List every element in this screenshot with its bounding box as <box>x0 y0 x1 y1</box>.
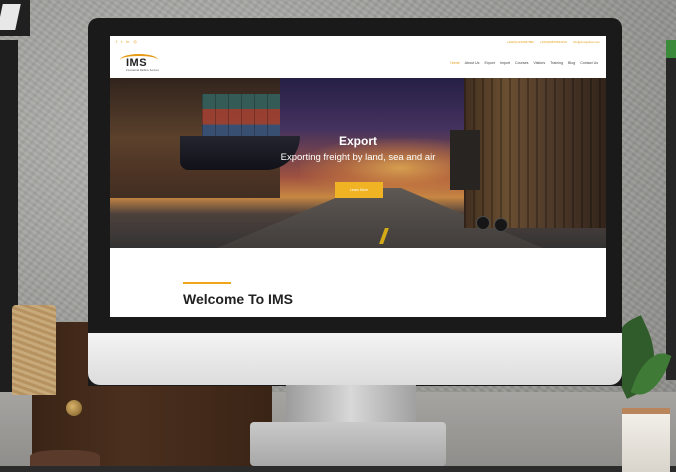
nav-item-contact-us[interactable]: Contact Us <box>580 61 598 65</box>
twitter-icon[interactable]: t <box>121 40 122 44</box>
monitor-chin <box>88 333 622 385</box>
hero-subtitle: Exporting freight by land, sea and air <box>280 152 436 163</box>
nav-item-visitors[interactable]: Visitors <box>533 61 545 65</box>
nav-item-training[interactable]: Training <box>550 61 563 65</box>
monitor-screen: f t in ◎ +234(0)1234567890 +234(0)987654… <box>110 36 606 317</box>
logo-tagline: International Maritime Services <box>126 69 159 72</box>
hero-cta-button[interactable]: Learn More <box>335 182 383 198</box>
background-panel-accent <box>666 40 676 58</box>
social-links: f t in ◎ <box>116 40 137 44</box>
website-topbar: f t in ◎ +234(0)1234567890 +234(0)987654… <box>110 36 606 48</box>
nav-item-about-us[interactable]: About Us <box>465 61 480 65</box>
nav-item-export[interactable]: Export <box>484 61 494 65</box>
background-panel-right <box>666 40 676 380</box>
desk-box <box>622 408 670 472</box>
nav-item-import[interactable]: Import <box>500 61 510 65</box>
hero-banner: Export Exporting freight by land, sea an… <box>110 78 606 248</box>
site-logo[interactable]: IMS International Maritime Services <box>118 52 168 74</box>
welcome-accent-line <box>183 282 231 284</box>
contact-phone-2[interactable]: +234(0)9876543210 <box>540 40 567 44</box>
monitor-stand-neck <box>286 385 416 425</box>
instagram-icon[interactable]: ◎ <box>133 40 137 44</box>
contact-email[interactable]: info@imsglobal.com <box>573 40 600 44</box>
cork-board <box>12 305 56 395</box>
hero-overlay <box>110 78 606 248</box>
welcome-heading: Welcome To IMS <box>183 291 293 307</box>
nav-item-home[interactable]: Home <box>450 61 460 65</box>
nav-item-courses[interactable]: Courses <box>515 61 528 65</box>
monitor-stand-base <box>250 422 446 466</box>
website-navbar: IMS International Maritime Services Home… <box>110 48 606 78</box>
cabinet-knob <box>66 400 82 416</box>
contact-phone-1[interactable]: +234(0)1234567890 <box>507 40 534 44</box>
coffee-mug <box>30 450 100 466</box>
linkedin-icon[interactable]: in <box>126 40 129 44</box>
main-nav: Home About Us Export Import Courses Visi… <box>450 61 598 65</box>
facebook-icon[interactable]: f <box>116 40 117 44</box>
logo-text: IMS <box>126 57 148 69</box>
contact-info: +234(0)1234567890 +234(0)9876543210 info… <box>507 40 600 44</box>
nav-item-blog[interactable]: Blog <box>568 61 575 65</box>
hero-title: Export <box>338 134 377 148</box>
